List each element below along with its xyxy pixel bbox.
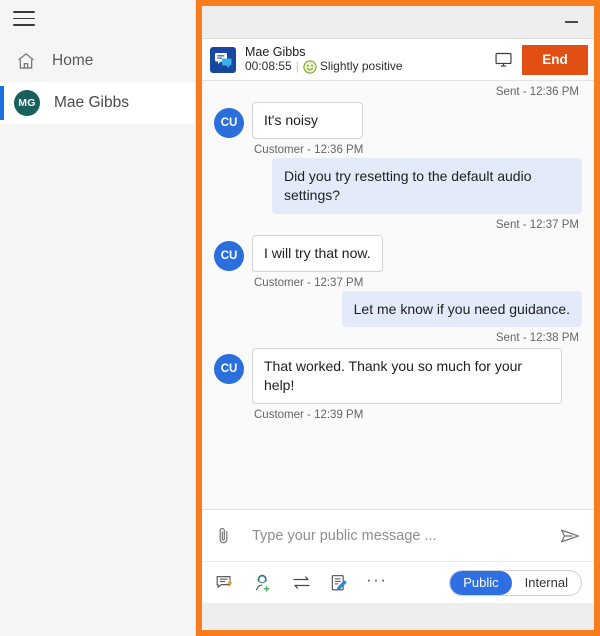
conversation-header: Mae Gibbs 00:08:55 | Slightly positive E… <box>202 39 594 81</box>
hamburger-menu-icon[interactable] <box>13 11 35 27</box>
message-row: CU It's noisy Customer - 12:36 PM <box>214 102 582 156</box>
message-composer: ··· Public Internal <box>202 509 594 603</box>
add-agent-icon[interactable] <box>252 572 274 594</box>
visibility-toggle: Public Internal <box>449 569 582 596</box>
separator: | <box>295 59 299 74</box>
chat-bubbles-icon <box>210 46 236 73</box>
sidebar-item-mae-gibbs[interactable]: MG Mae Gibbs <box>0 82 195 124</box>
composer-input-row <box>202 510 594 562</box>
call-duration: 00:08:55 <box>245 59 292 74</box>
notes-icon[interactable] <box>328 572 350 594</box>
message-row: Did you try resetting to the default aud… <box>214 157 582 233</box>
message-timestamp: Customer - 12:39 PM <box>254 409 364 422</box>
message-bubble: It's noisy <box>252 102 364 139</box>
message-bubble: Let me know if you need guidance. <box>341 290 582 328</box>
more-options-icon[interactable]: ··· <box>366 571 387 594</box>
chat-window: Mae Gibbs 00:08:55 | Slightly positive E… <box>196 0 600 636</box>
hamburger-line <box>13 17 35 20</box>
message-bubble: I will try that now. <box>252 234 383 272</box>
composer-toolbar: ··· Public Internal <box>202 562 594 603</box>
message-bubble: Did you try resetting to the default aud… <box>272 157 582 214</box>
monitor-icon[interactable] <box>484 39 522 80</box>
sidebar-item-label: Mae Gibbs <box>54 94 129 111</box>
conversation-substatus: 00:08:55 | Slightly positive <box>245 59 484 74</box>
app-root: Home MG Mae Gibbs Mae Gibbs 00:08:55 | S… <box>0 0 600 636</box>
message-bubble: That worked. Thank you so much for your … <box>252 348 562 405</box>
status-badge: Slightly positive <box>303 59 403 74</box>
conversation-meta: Mae Gibbs 00:08:55 | Slightly positive <box>245 45 484 74</box>
hamburger-line <box>13 11 35 13</box>
home-icon <box>14 49 38 73</box>
paperclip-icon[interactable] <box>212 526 236 546</box>
window-titlebar <box>202 6 594 39</box>
sentiment-label: Slightly positive <box>319 59 403 74</box>
smiley-icon <box>303 60 317 74</box>
message-timestamp: Customer - 12:36 PM <box>254 143 364 156</box>
minimize-icon[interactable] <box>554 6 588 38</box>
message-timestamp: Sent - 12:37 PM <box>495 218 579 231</box>
avatar: CU <box>214 108 244 138</box>
message-content: Let me know if you need guidance. Sent -… <box>341 290 582 347</box>
message-input[interactable] <box>246 527 546 544</box>
visibility-option-public[interactable]: Public <box>450 570 512 595</box>
message-content: I will try that now. Customer - 12:37 PM <box>252 234 383 289</box>
send-icon[interactable] <box>556 524 584 548</box>
message-content: Did you try resetting to the default aud… <box>272 157 582 233</box>
end-button[interactable]: End <box>522 44 588 75</box>
message-row: Let me know if you need guidance. Sent -… <box>214 290 582 347</box>
sidebar-top <box>0 0 195 40</box>
left-sidebar: Home MG Mae Gibbs <box>0 0 196 636</box>
quick-reply-icon[interactable] <box>214 572 236 594</box>
customer-name: Mae Gibbs <box>245 44 306 59</box>
avatar: CU <box>214 354 244 385</box>
message-row: CU That worked. Thank you so much for yo… <box>214 348 582 421</box>
message-row: CU I will try that now. Customer - 12:37… <box>214 234 582 289</box>
visibility-option-internal[interactable]: Internal <box>512 571 581 595</box>
sidebar-item-home[interactable]: Home <box>0 40 195 82</box>
avatar: MG <box>14 90 40 116</box>
conversation-actions: End <box>484 39 594 80</box>
transfer-icon[interactable] <box>290 572 312 594</box>
hamburger-line <box>13 24 35 26</box>
message-content: That worked. Thank you so much for your … <box>252 348 562 421</box>
message-timestamp: Sent - 12:38 PM <box>495 332 579 345</box>
message-timestamp: Sent - 12:36 PM <box>495 86 579 98</box>
sidebar-item-label: Home <box>52 52 94 69</box>
message-timestamp: Customer - 12:37 PM <box>254 276 364 289</box>
message-list: Sent - 12:36 PM CU It's noisy Customer -… <box>202 81 594 509</box>
avatar: CU <box>214 240 244 271</box>
message-content: It's noisy Customer - 12:36 PM <box>252 102 364 156</box>
